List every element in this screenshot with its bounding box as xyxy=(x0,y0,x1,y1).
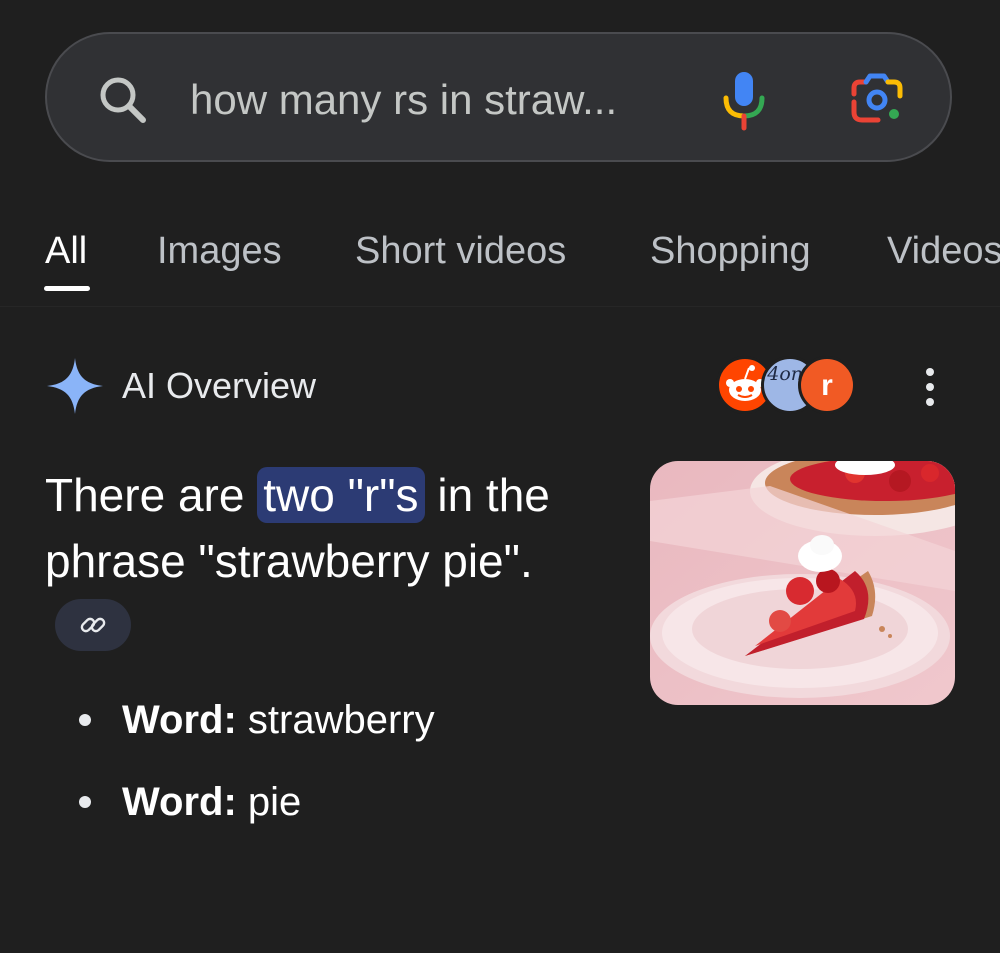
recipe-source-avatar[interactable]: r xyxy=(798,356,856,414)
bullet-text: Word: pie xyxy=(122,776,301,828)
list-item: Word: strawberry xyxy=(0,690,640,750)
link-icon xyxy=(80,617,106,633)
recipe-source-label: r xyxy=(821,369,833,402)
gemini-sparkle-icon xyxy=(47,358,103,414)
search-icon[interactable] xyxy=(95,73,151,129)
more-options-icon[interactable] xyxy=(912,364,948,410)
tab-videos[interactable]: Videos xyxy=(887,227,1000,275)
bullet-value: pie xyxy=(236,780,302,824)
bullet-label: Word: xyxy=(122,780,237,824)
tab-all[interactable]: All xyxy=(45,227,87,275)
ai-overview-title: AI Overview xyxy=(122,365,317,406)
google-lens-icon[interactable] xyxy=(848,72,906,126)
ai-answer: There are two "r"s in the phrase "strawb… xyxy=(45,462,615,660)
tab-images[interactable]: Images xyxy=(157,227,282,275)
active-tab-indicator xyxy=(44,286,90,291)
bullet-dot xyxy=(79,796,91,808)
tab-short-videos[interactable]: Short videos xyxy=(355,227,566,275)
bullet-dot xyxy=(79,714,91,726)
bullet-label: Word: xyxy=(122,698,237,742)
bullet-value: strawberry xyxy=(236,698,435,742)
strawberry-pie-image[interactable] xyxy=(650,461,955,705)
answer-highlight: two "r"s xyxy=(257,467,425,523)
tab-shopping[interactable]: Shopping xyxy=(650,227,811,275)
bullet-text: Word: strawberry xyxy=(122,694,435,746)
source-avatars[interactable]: 4ons r xyxy=(716,356,856,418)
list-item: Word: pie xyxy=(0,772,640,832)
answer-prefix: There are xyxy=(45,469,258,521)
divider xyxy=(0,306,1000,307)
search-input[interactable]: how many rs in straw... xyxy=(190,72,670,128)
source-link-button[interactable] xyxy=(55,598,131,651)
microphone-icon[interactable] xyxy=(718,68,770,132)
